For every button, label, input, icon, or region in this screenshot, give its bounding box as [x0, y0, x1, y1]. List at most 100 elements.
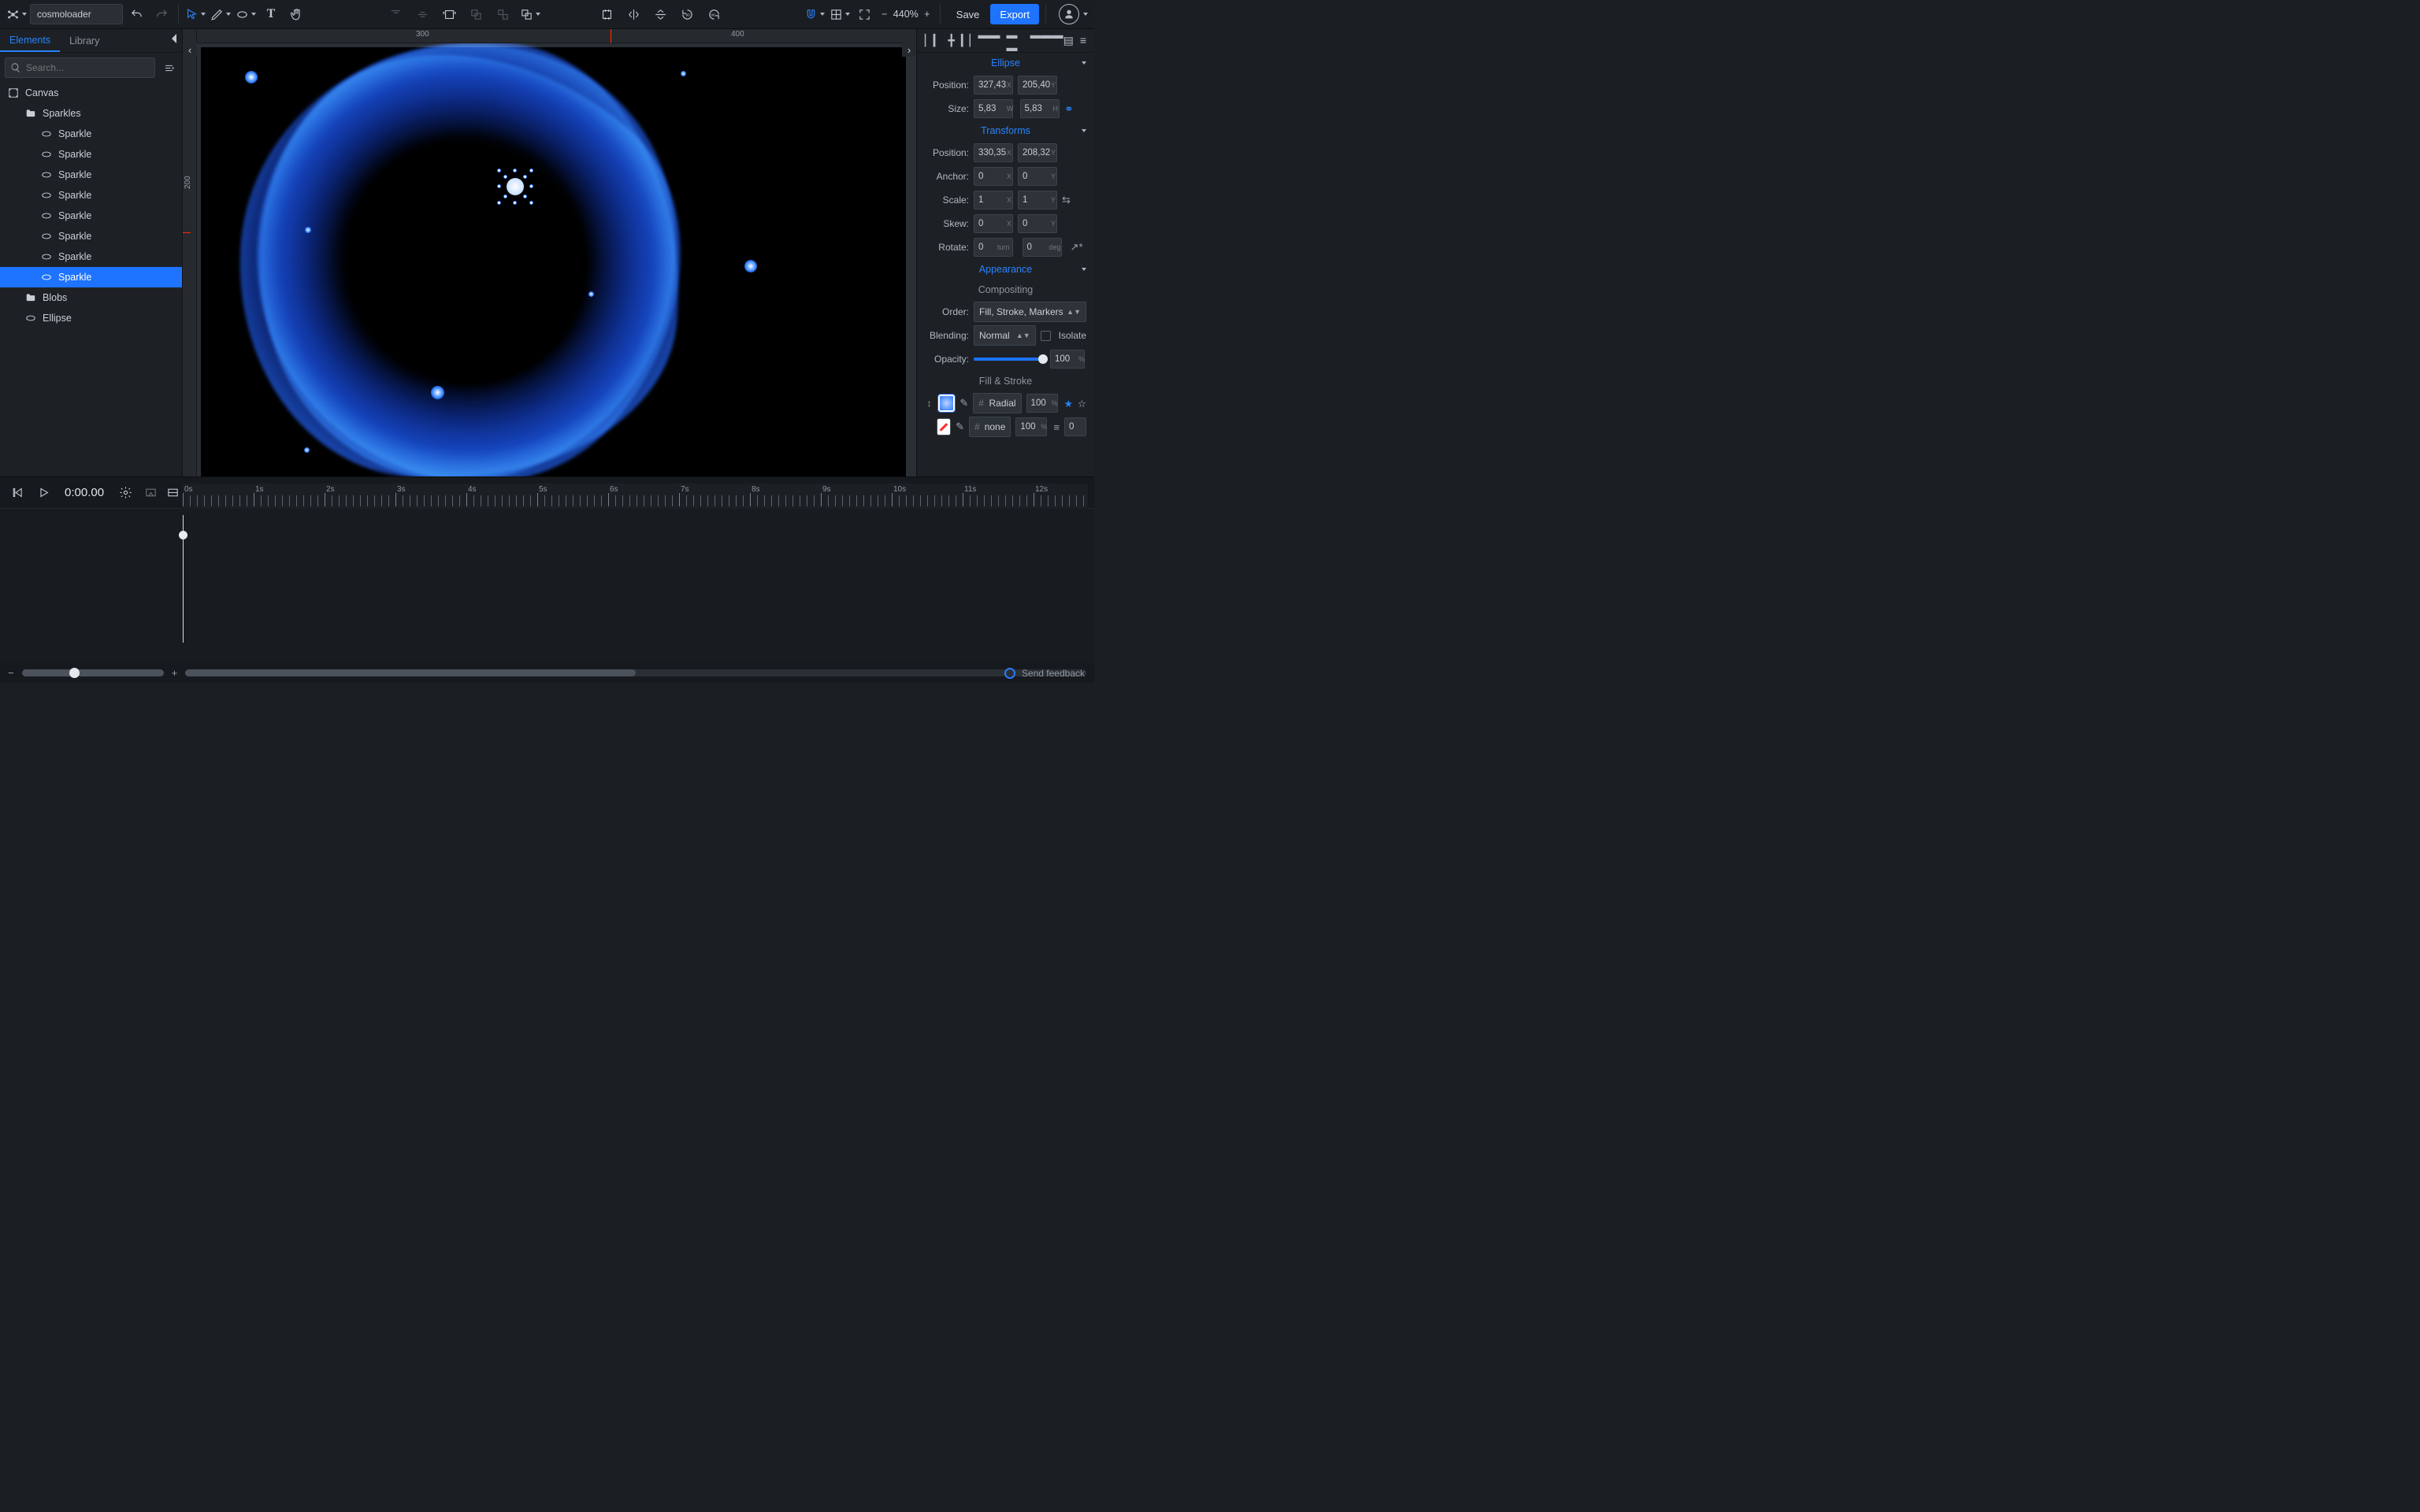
- reset-scale-icon[interactable]: ⇆: [1062, 194, 1071, 206]
- ellipse-size-h[interactable]: [1020, 99, 1060, 118]
- tree-item-sparkle[interactable]: Sparkle: [0, 226, 182, 246]
- ellipse-size-w[interactable]: [974, 99, 1013, 118]
- timeline-tracks[interactable]: [0, 509, 1094, 662]
- tab-library[interactable]: Library: [60, 29, 109, 52]
- tree-folder-sparkles[interactable]: Sparkles: [0, 103, 182, 124]
- go-to-start-button[interactable]: [5, 481, 28, 505]
- skew-y[interactable]: [1018, 214, 1057, 233]
- rotate-cw-icon[interactable]: 90: [703, 2, 726, 26]
- rotate-turn[interactable]: [974, 238, 1013, 257]
- fill-swatch[interactable]: [938, 395, 955, 412]
- tree-item-sparkle[interactable]: Sparkle: [0, 165, 182, 185]
- distribute-v-icon[interactable]: ▬ ▬: [1007, 29, 1024, 54]
- transform-position-x[interactable]: [974, 143, 1013, 162]
- scale-y[interactable]: [1018, 191, 1057, 209]
- ellipse-position-x[interactable]: [974, 76, 1013, 94]
- timeline-ruler[interactable]: 0s 1s 2s 3s 4s 5s 6s 7s 8s 9s 10s 11s 12…: [183, 484, 1088, 509]
- stroke-type-select[interactable]: #none: [969, 417, 1011, 437]
- fill-opacity-input[interactable]: [1026, 394, 1058, 413]
- skew-x[interactable]: [974, 214, 1013, 233]
- tab-elements[interactable]: Elements: [0, 29, 60, 52]
- redo-button[interactable]: [150, 2, 173, 26]
- play-button[interactable]: [32, 481, 55, 505]
- selection-handles[interactable]: [499, 170, 532, 203]
- ruler-horizontal[interactable]: 300 400: [197, 29, 916, 43]
- align-top-icon[interactable]: [384, 2, 408, 26]
- shape-tool[interactable]: [234, 2, 258, 26]
- grid-icon[interactable]: [828, 2, 852, 26]
- flip-h-icon[interactable]: [622, 2, 646, 26]
- timeline-view-b-icon[interactable]: [161, 481, 184, 505]
- section-ellipse[interactable]: Ellipse: [917, 53, 1094, 73]
- transform-position-y[interactable]: [1018, 143, 1057, 162]
- opacity-slider[interactable]: [974, 358, 1045, 361]
- undo-button[interactable]: [124, 2, 148, 26]
- align-left-icon[interactable]: ▏▎: [925, 34, 942, 47]
- ruler-vertical[interactable]: 200: [183, 43, 197, 476]
- opacity-input[interactable]: [1050, 350, 1085, 369]
- tree-item-sparkle-selected[interactable]: Sparkle: [0, 267, 182, 287]
- search-input[interactable]: [24, 61, 150, 74]
- stroke-width-input[interactable]: [1064, 417, 1086, 436]
- fit-artboard-icon[interactable]: [596, 2, 619, 26]
- panel-collapse-left[interactable]: [170, 33, 179, 46]
- boolean-ops-icon[interactable]: [518, 2, 542, 26]
- app-menu-button[interactable]: [5, 2, 28, 26]
- transform-bounds-icon[interactable]: [438, 2, 462, 26]
- zoom-control[interactable]: − 440% +: [878, 9, 933, 20]
- send-feedback-button[interactable]: Send feedback: [1004, 668, 1085, 679]
- align-middle-icon[interactable]: [411, 2, 435, 26]
- align-to-stage-icon[interactable]: ▤: [1063, 34, 1074, 47]
- tree-folder-blobs[interactable]: Blobs: [0, 287, 182, 308]
- align-to-selection-icon[interactable]: ≡: [1080, 34, 1086, 47]
- snap-magnet-icon[interactable]: [803, 2, 826, 26]
- timeline-zoom-scrollbar[interactable]: [22, 669, 164, 676]
- panel-expand-left[interactable]: ‹: [183, 43, 197, 57]
- rotate-deg[interactable]: [1023, 238, 1062, 257]
- tree-item-ellipse[interactable]: Ellipse: [0, 308, 182, 328]
- zoom-in-button[interactable]: +: [921, 9, 933, 20]
- timeline-playhead[interactable]: [183, 515, 184, 643]
- timeline-pan-scrollbar[interactable]: [185, 669, 1086, 676]
- ellipse-position-y[interactable]: [1018, 76, 1057, 94]
- tree-item-sparkle[interactable]: Sparkle: [0, 185, 182, 206]
- fill-type-select[interactable]: #Radial: [973, 393, 1021, 413]
- artboard-fit-icon[interactable]: [853, 2, 877, 26]
- section-transforms[interactable]: Transforms: [917, 120, 1094, 141]
- anchor-x[interactable]: [974, 167, 1013, 186]
- document-title-input[interactable]: [30, 4, 123, 24]
- select-tool[interactable]: [184, 2, 207, 26]
- distribute-spacing-icon[interactable]: ▬▬▬: [1030, 29, 1063, 54]
- blending-select[interactable]: Normal▲▼: [974, 325, 1036, 346]
- elements-search[interactable]: [5, 57, 155, 78]
- align-center-h-icon[interactable]: ╋: [948, 34, 955, 47]
- canvas-viewport[interactable]: [197, 43, 916, 476]
- edit-fill-icon[interactable]: ✎: [959, 397, 968, 410]
- scale-x[interactable]: [974, 191, 1013, 209]
- isolate-checkbox[interactable]: [1041, 331, 1051, 341]
- anchor-y[interactable]: [1018, 167, 1057, 186]
- rotate-ccw-icon[interactable]: 90: [676, 2, 700, 26]
- tree-item-sparkle[interactable]: Sparkle: [0, 206, 182, 226]
- text-tool[interactable]: T: [259, 2, 283, 26]
- stroke-swatch[interactable]: [937, 418, 951, 435]
- distribute-h-icon[interactable]: ▬▬: [978, 29, 1000, 54]
- panel-expand-right[interactable]: ›: [902, 43, 916, 57]
- timeline-view-a-icon[interactable]: [139, 481, 162, 505]
- hand-tool[interactable]: [284, 2, 308, 26]
- save-button[interactable]: Save: [947, 4, 989, 24]
- edit-stroke-icon[interactable]: ✎: [956, 421, 964, 433]
- paint-order-select[interactable]: Fill, Stroke, Markers▲▼: [974, 302, 1086, 322]
- user-menu[interactable]: [1059, 4, 1079, 24]
- zoom-out-button[interactable]: −: [878, 9, 891, 20]
- flip-v-icon[interactable]: [649, 2, 673, 26]
- zoom-out-timeline[interactable]: −: [8, 667, 14, 679]
- group-icon[interactable]: [465, 2, 488, 26]
- fill-favorite-icon[interactable]: ★: [1064, 398, 1073, 410]
- ungroup-icon[interactable]: [492, 2, 515, 26]
- tree-item-sparkle[interactable]: Sparkle: [0, 246, 182, 267]
- filter-icon[interactable]: [160, 59, 177, 76]
- tree-root-canvas[interactable]: Canvas: [0, 83, 182, 103]
- export-button[interactable]: Export: [990, 4, 1039, 24]
- link-dimensions-icon[interactable]: ⚭: [1064, 102, 1074, 116]
